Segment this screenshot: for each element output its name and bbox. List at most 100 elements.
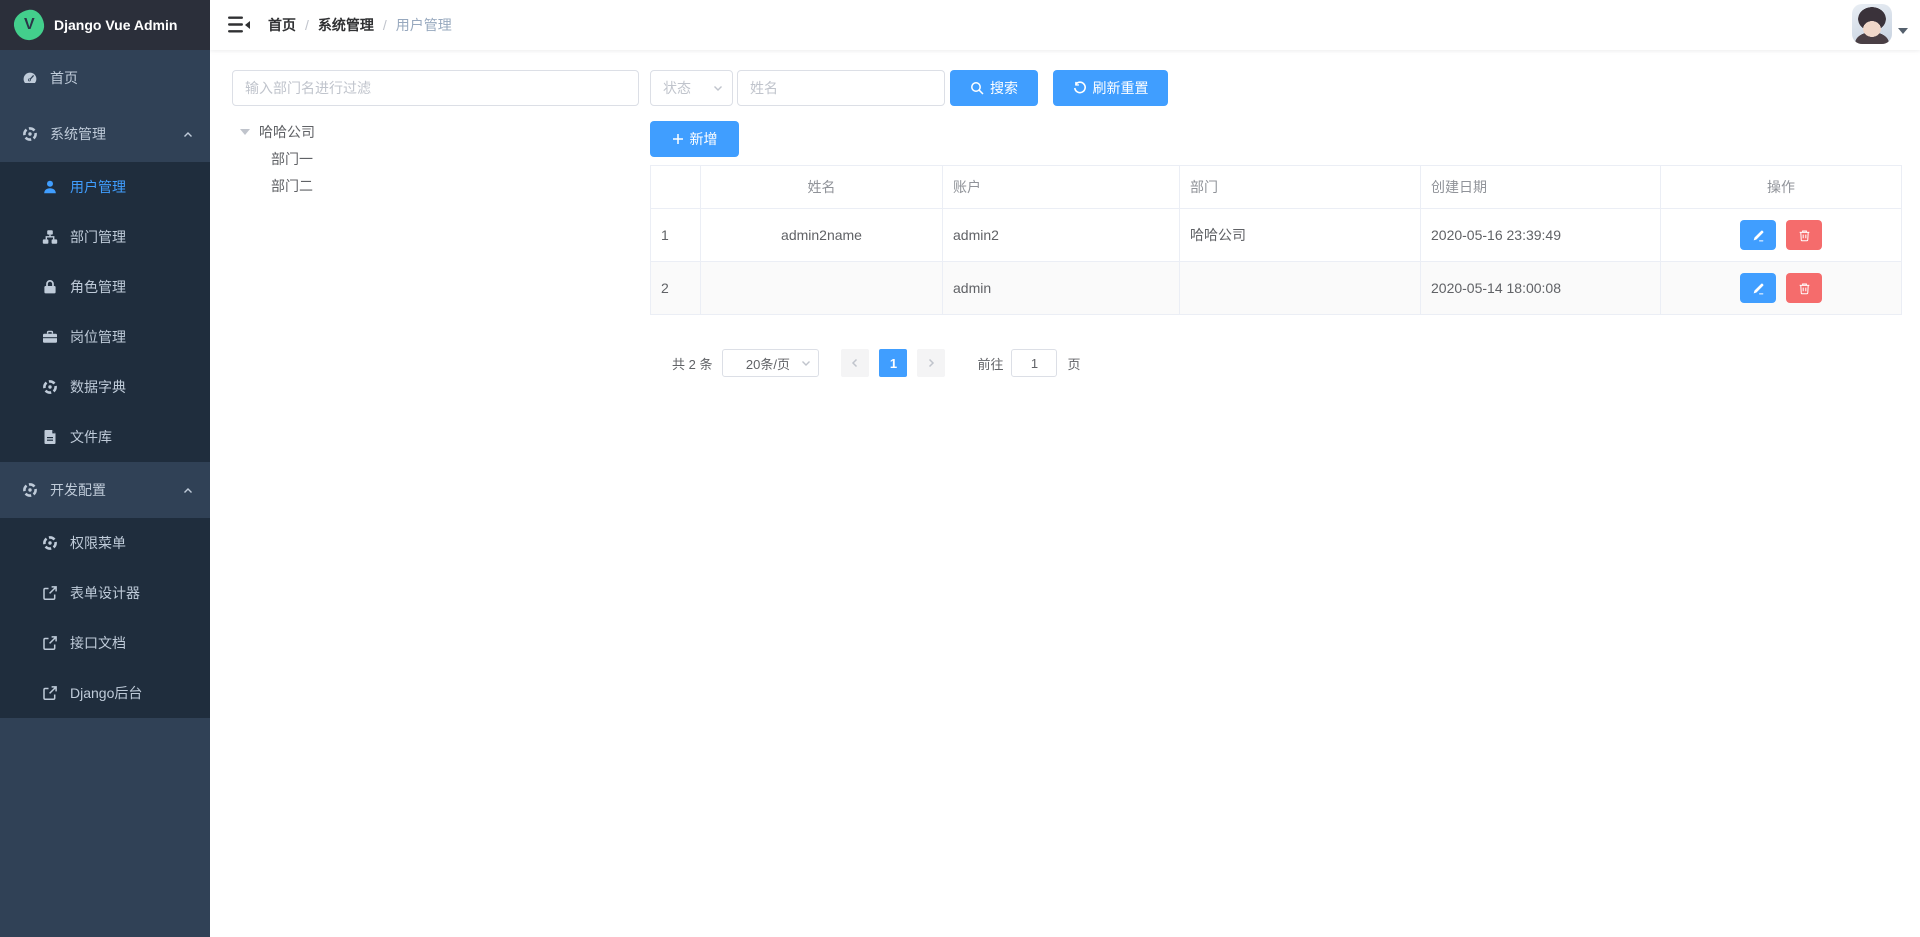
sidebar-item-post-management[interactable]: 岗位管理 [0, 312, 210, 362]
dept-tree: 哈哈公司 部门一 部门二 [232, 118, 639, 199]
sidebar-item-system-management[interactable]: 系统管理 [0, 106, 210, 162]
sidebar-item-role-management[interactable]: 角色管理 [0, 262, 210, 312]
delete-button[interactable] [1786, 220, 1822, 250]
sidebar-item-label: 岗位管理 [70, 327, 126, 347]
tree-node-root[interactable]: 哈哈公司 [232, 118, 639, 145]
breadcrumb: 首页 / 系统管理 / 用户管理 [268, 0, 452, 50]
next-page-button[interactable] [917, 349, 945, 377]
cell-name [701, 262, 943, 315]
lock-icon [42, 279, 58, 295]
search-icon [970, 81, 984, 95]
sidebar-item-user-management[interactable]: 用户管理 [0, 162, 210, 212]
column-header-name: 姓名 [701, 166, 943, 209]
submenu-system-management: 用户管理 部门管理 角色管理 岗位管理 [0, 162, 210, 462]
sidebar-toggle-button[interactable] [228, 16, 250, 34]
chevron-down-icon [712, 82, 724, 94]
tree-node-child[interactable]: 部门二 [232, 172, 639, 199]
cell-name: admin2name [701, 209, 943, 262]
external-link-icon [42, 685, 58, 701]
breadcrumb-separator: / [383, 17, 387, 33]
cell-index: 2 [651, 262, 701, 315]
chevron-right-icon [926, 358, 936, 368]
sidebar-item-api-docs[interactable]: 接口文档 [0, 618, 210, 668]
edit-button[interactable] [1740, 273, 1776, 303]
app-logo[interactable]: V Django Vue Admin [0, 0, 210, 50]
plus-icon [672, 133, 684, 145]
sidebar-item-label: 文件库 [70, 427, 112, 447]
table-row: 2 admin 2020-05-14 18:00:08 [651, 262, 1902, 315]
trash-icon [1798, 229, 1811, 242]
app-title: Django Vue Admin [54, 17, 177, 33]
dept-filter-input[interactable] [232, 70, 639, 106]
page-unit-label: 页 [1067, 354, 1080, 373]
cell-dept: 哈哈公司 [1180, 209, 1421, 262]
user-icon [42, 179, 58, 195]
sidebar-item-form-designer[interactable]: 表单设计器 [0, 568, 210, 618]
breadcrumb-item-system[interactable]: 系统管理 [318, 15, 374, 35]
caret-down-icon [240, 129, 250, 135]
column-header-created: 创建日期 [1421, 166, 1661, 209]
sidebar-item-file-library[interactable]: 文件库 [0, 412, 210, 462]
sidebar-item-label: 部门管理 [70, 227, 126, 247]
cell-dept [1180, 262, 1421, 315]
tree-node-label: 部门一 [271, 149, 313, 169]
pagination: 共 2 条 20条/页 1 前往 页 [650, 349, 1081, 377]
edit-button[interactable] [1740, 220, 1776, 250]
refresh-icon [1073, 81, 1087, 95]
logo-icon: V [12, 8, 46, 42]
sidebar-item-label: 表单设计器 [70, 583, 140, 603]
trash-icon [1798, 282, 1811, 295]
dev-config-icon [22, 482, 38, 498]
breadcrumb-separator: / [305, 17, 309, 33]
name-filter-input[interactable] [737, 70, 945, 106]
external-link-icon [42, 585, 58, 601]
cell-account: admin [943, 262, 1180, 315]
page-size-select[interactable]: 20条/页 [722, 349, 819, 377]
edit-pencil-icon [1752, 282, 1765, 295]
sidebar-item-dev-config[interactable]: 开发配置 [0, 462, 210, 518]
sidebar-item-permission-menu[interactable]: 权限菜单 [0, 518, 210, 568]
sidebar-item-data-dict[interactable]: 数据字典 [0, 362, 210, 412]
sidebar-menu: 首页 系统管理 用户管理 部门管理 [0, 50, 210, 718]
breadcrumb-item-home[interactable]: 首页 [268, 15, 296, 35]
goto-page-input[interactable] [1011, 349, 1057, 377]
sidebar-item-label: Django后台 [70, 683, 142, 703]
edit-pencil-icon [1752, 229, 1765, 242]
cell-actions [1661, 262, 1902, 315]
column-header-index [651, 166, 701, 209]
tree-node-child[interactable]: 部门一 [232, 145, 639, 172]
chevron-up-icon [182, 128, 194, 140]
submenu-dev-config: 权限菜单 表单设计器 接口文档 Django后台 [0, 518, 210, 718]
cell-created: 2020-05-14 18:00:08 [1421, 262, 1661, 315]
cell-index: 1 [651, 209, 701, 262]
refresh-reset-button[interactable]: 刷新重置 [1053, 70, 1168, 106]
sidebar-item-dept-management[interactable]: 部门管理 [0, 212, 210, 262]
avatar[interactable] [1852, 4, 1892, 44]
external-link-icon [42, 635, 58, 651]
sidebar-item-label: 接口文档 [70, 633, 126, 653]
search-button[interactable]: 搜索 [950, 70, 1038, 106]
cell-account: admin2 [943, 209, 1180, 262]
status-select[interactable]: 状态 [650, 70, 733, 106]
sidebar-item-label: 权限菜单 [70, 533, 126, 553]
briefcase-icon [42, 329, 58, 345]
chevron-up-icon [182, 484, 194, 496]
sidebar-item-home[interactable]: 首页 [0, 50, 210, 106]
page-number-current[interactable]: 1 [879, 349, 907, 377]
delete-button[interactable] [1786, 273, 1822, 303]
sidebar-item-label: 角色管理 [70, 277, 126, 297]
permission-icon [42, 535, 58, 551]
sidebar: V Django Vue Admin 首页 系统管理 用户管理 [0, 0, 210, 937]
users-table: 姓名 账户 部门 创建日期 操作 1 admin2name admin2 哈哈公… [650, 165, 1902, 315]
prev-page-button[interactable] [841, 349, 869, 377]
dict-icon [42, 379, 58, 395]
sidebar-item-label: 数据字典 [70, 377, 126, 397]
user-avatar-dropdown[interactable] [1852, 4, 1908, 44]
sidebar-item-label: 开发配置 [50, 480, 106, 500]
sidebar-item-label: 首页 [50, 68, 78, 88]
total-count: 共 2 条 [672, 354, 712, 373]
cell-created: 2020-05-16 23:39:49 [1421, 209, 1661, 262]
tree-node-label: 部门二 [271, 176, 313, 196]
sidebar-item-django-admin[interactable]: Django后台 [0, 668, 210, 718]
add-button[interactable]: 新增 [650, 121, 739, 157]
